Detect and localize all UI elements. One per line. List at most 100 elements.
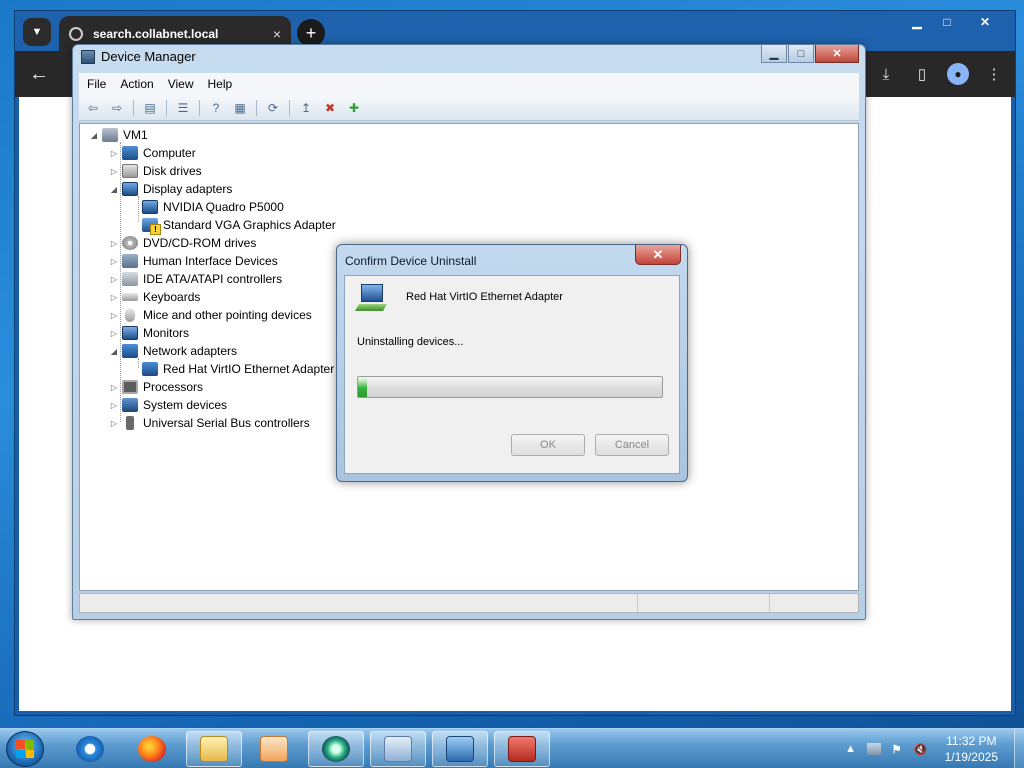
network-status-icon[interactable]	[866, 743, 881, 755]
profile-avatar-icon[interactable]: ●	[947, 63, 969, 85]
scan-hardware-icon[interactable]: ⟳	[263, 99, 283, 117]
processor-icon	[122, 380, 138, 394]
dialog-close-button[interactable]: ✕	[635, 245, 681, 265]
start-button[interactable]	[6, 731, 44, 767]
browser-close-button[interactable]: ✕	[963, 13, 1007, 31]
expand-icon[interactable]: ▷	[108, 419, 120, 428]
tree-item-network-adapters[interactable]: ◢ Network adapters	[108, 342, 237, 360]
dm-minimize-button[interactable]: ▁	[761, 45, 787, 63]
expand-icon[interactable]: ▷	[108, 239, 120, 248]
tree-item-disk-drives[interactable]: ▷ Disk drives	[108, 162, 202, 180]
uninstall-device-icon[interactable]: ✖	[320, 99, 340, 117]
expand-icon[interactable]: ▷	[108, 167, 120, 176]
sidebar-icon[interactable]: ▯	[911, 63, 933, 85]
firefox-icon	[138, 736, 166, 762]
action-center-flag-icon[interactable]: ⚑	[889, 741, 905, 757]
dm-maximize-button[interactable]: □	[788, 45, 814, 63]
tree-item-usb-controllers[interactable]: ▷ Universal Serial Bus controllers	[108, 414, 310, 432]
tree-item-label: Mice and other pointing devices	[143, 308, 312, 322]
show-hidden-icons-icon[interactable]: ▲	[843, 741, 859, 757]
expand-icon[interactable]: ▷	[108, 257, 120, 266]
globe-icon	[69, 26, 83, 41]
tree-item-ide-ata[interactable]: ▷ IDE ATA/ATAPI controllers	[108, 270, 282, 288]
expand-icon[interactable]: ▷	[108, 401, 120, 410]
tab-search-button[interactable]: ▼	[23, 18, 51, 46]
tree-item-label: Display adapters	[143, 182, 233, 196]
tree-item-label: Network adapters	[143, 344, 238, 358]
device-manager-title: Device Manager	[101, 49, 196, 64]
hid-icon	[122, 254, 138, 268]
menu-file[interactable]: File	[87, 77, 106, 91]
expand-icon[interactable]: ▷	[108, 275, 120, 284]
clock-date: 1/19/2025	[944, 750, 998, 764]
tree-item-label: Keyboards	[143, 290, 201, 304]
new-tab-button[interactable]: +	[297, 19, 325, 47]
tree-item-monitors[interactable]: ▷ Monitors	[108, 324, 189, 342]
ok-button[interactable]: OK	[511, 434, 585, 456]
collapse-icon[interactable]: ◢	[108, 347, 120, 356]
taskbar-firefox[interactable]	[124, 731, 180, 767]
taskbar-device-manager[interactable]	[432, 731, 488, 767]
update-driver-icon[interactable]: ↥	[296, 99, 316, 117]
ide-controller-icon	[122, 272, 138, 286]
browser-minimize-button[interactable]: ▁	[903, 13, 931, 31]
cancel-button[interactable]: Cancel	[595, 434, 669, 456]
taskbar-remote-app[interactable]	[308, 731, 364, 767]
menu-action[interactable]: Action	[120, 77, 153, 91]
show-hide-console-tree-icon[interactable]: ▤	[140, 99, 160, 117]
menu-view[interactable]: View	[168, 77, 194, 91]
tree-item-display-adapters[interactable]: ◢ Display adapters	[108, 180, 232, 198]
taskbar-media-player[interactable]	[246, 731, 302, 767]
system-tray: ▲ ⚑ 🔇 11:32 PM 1/19/2025	[843, 729, 1024, 768]
network-adapter-icon	[122, 344, 138, 358]
tree-item-standard-vga[interactable]: Standard VGA Graphics Adapter	[128, 216, 336, 235]
dm-close-button[interactable]: ✕	[815, 45, 859, 63]
taskbar-file-explorer[interactable]	[186, 731, 242, 767]
show-desktop-button[interactable]	[1014, 729, 1024, 768]
browser-menu-icon[interactable]: ⋮	[983, 63, 1005, 85]
expand-icon[interactable]: ▷	[108, 293, 120, 302]
back-icon[interactable]: ⇦	[83, 99, 103, 117]
windows-logo-icon	[16, 740, 34, 758]
tree-root-vm1[interactable]: ◢ VM1	[88, 126, 148, 144]
forward-icon[interactable]: ⇨	[107, 99, 127, 117]
close-tab-icon[interactable]: ×	[273, 26, 281, 42]
back-arrow-icon[interactable]: ←	[29, 63, 49, 86]
tree-item-redhat-virtio[interactable]: Red Hat VirtIO Ethernet Adapter	[128, 360, 334, 378]
tray-clock[interactable]: 11:32 PM 1/19/2025	[945, 733, 998, 765]
expand-icon[interactable]: ▷	[108, 383, 120, 392]
tree-item-keyboards[interactable]: ▷ Keyboards	[108, 288, 200, 306]
taskbar-internet-explorer[interactable]	[62, 731, 118, 767]
tree-item-computer[interactable]: ▷ Computer	[108, 144, 196, 162]
tree-item-label: NVIDIA Quadro P5000	[163, 200, 284, 214]
collapse-icon[interactable]: ◢	[108, 185, 120, 194]
chevron-down-icon: ▼	[31, 26, 43, 38]
internet-explorer-icon	[76, 736, 104, 762]
collapse-icon[interactable]: ◢	[88, 131, 100, 140]
action-pane-icon[interactable]: ▦	[230, 99, 250, 117]
download-icon[interactable]: ⤓	[875, 63, 897, 85]
tree-item-processors[interactable]: ▷ Processors	[108, 378, 203, 396]
tree-item-label: Processors	[143, 380, 204, 394]
taskbar-toolbox[interactable]	[494, 731, 550, 767]
volume-muted-icon[interactable]: 🔇	[913, 741, 929, 757]
browser-maximize-button[interactable]: □	[933, 13, 961, 31]
tree-item-mice[interactable]: ▷ Mice and other pointing devices	[108, 306, 312, 324]
menu-help[interactable]: Help	[208, 77, 233, 91]
tree-item-dvd-cdrom[interactable]: ▷ DVD/CD-ROM drives	[108, 234, 256, 252]
tree-item-label: DVD/CD-ROM drives	[143, 236, 257, 250]
media-player-icon	[260, 736, 288, 762]
expand-icon[interactable]: ▷	[108, 149, 120, 158]
display-adapter-icon	[142, 200, 158, 214]
add-hardware-icon[interactable]: ✚	[344, 99, 364, 117]
expand-icon[interactable]: ▷	[108, 329, 120, 338]
help-icon[interactable]: ?	[206, 99, 226, 117]
properties-icon[interactable]: ☰	[173, 99, 193, 117]
keyboard-icon	[122, 293, 138, 301]
tree-item-hid[interactable]: ▷ Human Interface Devices	[108, 252, 278, 270]
tree-item-label: Red Hat VirtIO Ethernet Adapter	[163, 362, 335, 376]
expand-icon[interactable]: ▷	[108, 311, 120, 320]
tree-item-system-devices[interactable]: ▷ System devices	[108, 396, 227, 414]
taskbar-control-panel[interactable]	[370, 731, 426, 767]
tree-item-nvidia-quadro[interactable]: NVIDIA Quadro P5000	[128, 198, 284, 216]
